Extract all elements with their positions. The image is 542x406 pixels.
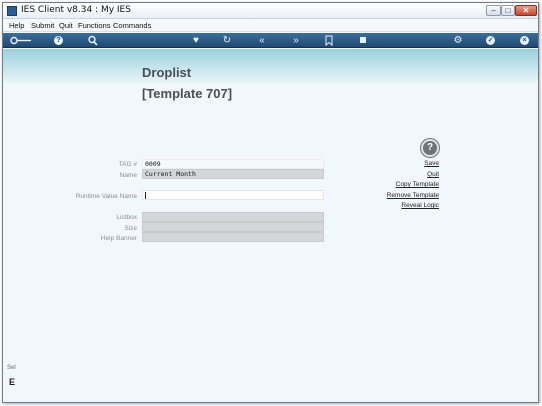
menu-help[interactable]: Help bbox=[9, 21, 24, 30]
refresh-icon[interactable]: ↻ bbox=[221, 34, 233, 47]
remove-template-link[interactable]: Remove Template bbox=[387, 192, 439, 199]
page-title: Droplist bbox=[142, 65, 192, 80]
menu-quit[interactable]: Quit bbox=[59, 21, 73, 30]
form-area: Droplist [Template 707] TAG # 0009 Name … bbox=[3, 49, 538, 402]
help-icon[interactable]: ? bbox=[54, 36, 63, 45]
size-field[interactable] bbox=[142, 222, 324, 232]
close-icon[interactable]: × bbox=[520, 36, 529, 45]
menu-functions[interactable]: Functions bbox=[78, 21, 111, 30]
text-caret bbox=[145, 192, 146, 199]
help-banner-field[interactable] bbox=[142, 232, 324, 242]
settings-icon[interactable]: ⚙ bbox=[452, 34, 464, 47]
size-label: Size bbox=[124, 225, 137, 232]
help-banner-label: Help Banner bbox=[100, 235, 137, 242]
search-icon[interactable] bbox=[87, 34, 99, 47]
tag-field: 0009 bbox=[142, 159, 324, 169]
save-link[interactable]: Save bbox=[424, 160, 439, 167]
check-icon[interactable]: ✓ bbox=[486, 36, 495, 45]
window-title: IES Client v8.34 : My IES bbox=[21, 5, 131, 15]
reveal-logic-link[interactable]: Reveal Logic bbox=[401, 202, 439, 209]
bookmark-icon[interactable] bbox=[324, 34, 334, 47]
name-label: Name bbox=[119, 172, 137, 179]
copy-template-link[interactable]: Copy Template bbox=[396, 181, 439, 188]
key-icon[interactable] bbox=[9, 34, 33, 47]
side-panel-mark: E bbox=[9, 377, 16, 387]
name-field[interactable]: Current Month bbox=[142, 169, 324, 179]
app-window: IES Client v8.34 : My IES – □ ✕ Help Sub… bbox=[2, 2, 539, 403]
help-circle-icon[interactable]: ? bbox=[421, 139, 439, 157]
runtime-value-input[interactable] bbox=[142, 190, 324, 200]
runtime-value-label: Runtime Value Name bbox=[75, 193, 137, 200]
title-bar: IES Client v8.34 : My IES – □ ✕ bbox=[3, 3, 538, 19]
listbox-label: Listbox bbox=[116, 214, 137, 221]
template-title: [Template 707] bbox=[142, 86, 233, 101]
quit-link[interactable]: Quit bbox=[427, 171, 439, 178]
tag-label: TAG # bbox=[118, 161, 137, 168]
listbox-field[interactable] bbox=[142, 212, 324, 222]
fast-forward-icon[interactable]: » bbox=[289, 34, 303, 47]
side-panel-text: Sel bbox=[7, 365, 16, 371]
stop-icon[interactable] bbox=[358, 34, 368, 47]
menu-bar: Help Submit Quit Functions Commands bbox=[3, 19, 538, 32]
heart-icon[interactable]: ♥ bbox=[190, 34, 202, 47]
rewind-icon[interactable]: « bbox=[255, 34, 269, 47]
minimize-button[interactable]: – bbox=[486, 5, 501, 16]
maximize-button[interactable]: □ bbox=[501, 5, 515, 16]
menu-submit[interactable]: Submit bbox=[31, 21, 54, 30]
close-window-button[interactable]: ✕ bbox=[515, 5, 537, 16]
menu-commands[interactable]: Commands bbox=[113, 21, 151, 30]
app-icon bbox=[7, 6, 17, 16]
toolbar: ? ♥ ↻ « » ⚙ ✓ × bbox=[3, 33, 538, 48]
